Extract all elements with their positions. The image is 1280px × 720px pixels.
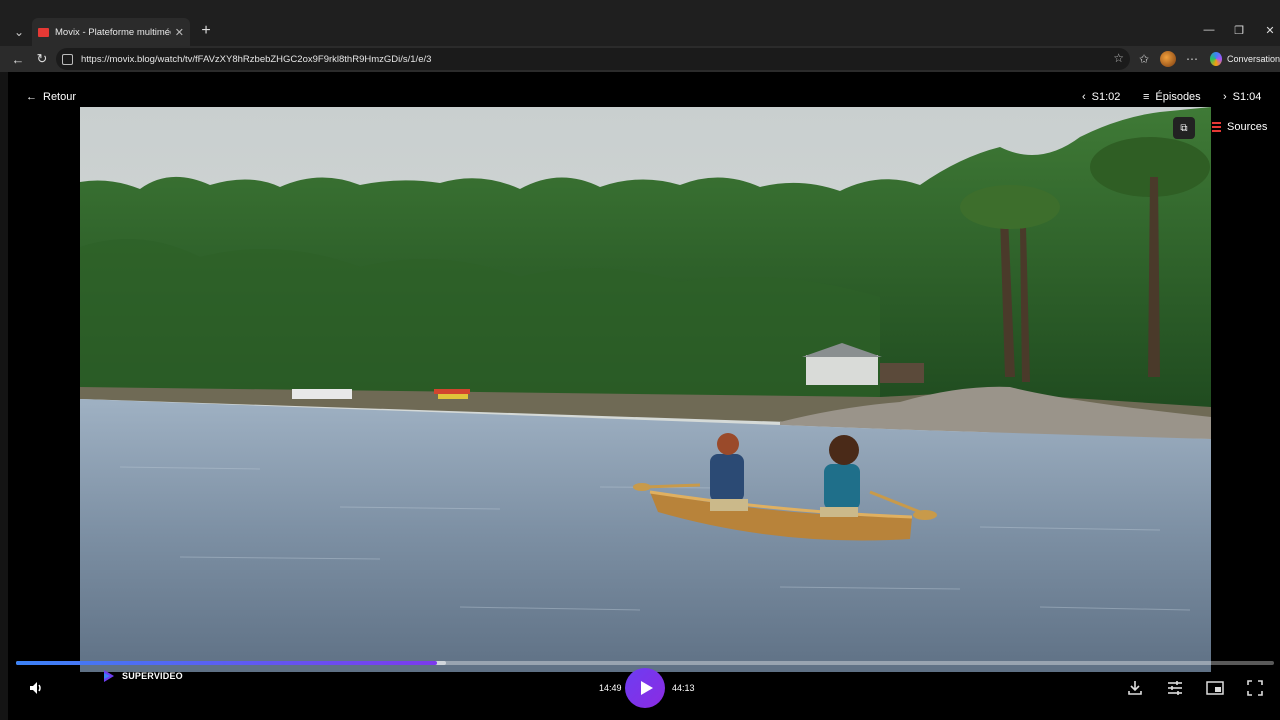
video-scene (80, 107, 1211, 672)
address-bar: ← ↻ https://movix.blog/watch/tv/fFAVzXY8… (0, 46, 1280, 72)
download-icon[interactable] (1125, 678, 1145, 698)
picture-in-picture-icon[interactable] (1205, 678, 1225, 698)
tab-list-chevron-icon[interactable]: ⌄ (8, 22, 30, 42)
next-episode-label: S1:04 (1232, 91, 1262, 103)
supervideo-brand: SUPERVIDEO (102, 669, 183, 683)
episodes-label: Épisodes (1155, 91, 1201, 103)
minimize-icon[interactable]: — (1202, 24, 1216, 36)
sources-label: Sources (1227, 121, 1268, 133)
current-time: 14:49 (599, 683, 622, 693)
restore-icon[interactable]: ❐ (1232, 24, 1246, 37)
duration: 44:13 (672, 683, 695, 693)
more-menu-icon[interactable]: ⋯ (1184, 51, 1200, 67)
new-tab-plus-icon[interactable]: + (198, 22, 214, 40)
played-bar (16, 661, 438, 665)
episodes-button[interactable]: ≡ Épisodes (1143, 88, 1201, 106)
copilot-button[interactable]: Conversation (1204, 49, 1280, 69)
reload-icon[interactable]: ↻ (33, 50, 51, 68)
fullscreen-icon[interactable] (1245, 678, 1265, 698)
chevron-left-icon: ‹ (1082, 91, 1086, 103)
sources-menu-icon (1212, 120, 1221, 134)
favorites-icon[interactable]: ✩ (1136, 51, 1152, 67)
window-close-icon[interactable]: ✕ (1263, 24, 1277, 37)
volume-icon[interactable] (28, 680, 44, 696)
prev-episode-label: S1:02 (1091, 91, 1121, 103)
back-button[interactable]: ← Retour (26, 88, 76, 106)
profile-avatar[interactable] (1160, 51, 1176, 67)
video-frame[interactable] (80, 107, 1211, 672)
settings-sliders-icon[interactable] (1165, 678, 1185, 698)
prev-episode-button[interactable]: ‹ S1:02 (1082, 88, 1120, 106)
site-info-icon[interactable] (62, 53, 73, 65)
play-icon (640, 681, 653, 695)
tab-title: Movix - Plateforme multimédia pr (55, 26, 171, 38)
sources-button[interactable]: Sources (1212, 120, 1267, 134)
seek-bar[interactable] (16, 661, 1274, 665)
arrow-left-icon: ← (26, 91, 37, 103)
bookmark-star-icon[interactable]: ☆ (1113, 51, 1124, 65)
chevron-right-icon: › (1223, 91, 1227, 103)
back-label: Retour (43, 91, 77, 103)
back-arrow-icon[interactable]: ← (9, 50, 27, 68)
external-link-icon[interactable]: ⧉ (1173, 117, 1195, 139)
site-favicon-icon (38, 27, 49, 37)
browser-tab[interactable]: Movix - Plateforme multimédia pr ✕ (32, 18, 190, 46)
next-episode-button[interactable]: › S1:04 (1223, 88, 1261, 106)
play-button[interactable] (625, 668, 665, 708)
url-field[interactable]: https://movix.blog/watch/tv/fFAVzXY8hRzb… (56, 48, 1130, 70)
close-tab-icon[interactable]: ✕ (175, 26, 184, 39)
brand-label: SUPERVIDEO (122, 671, 183, 681)
page-left-edge (0, 72, 8, 720)
browser-tab-bar: ⌄ Movix - Plateforme multimédia pr ✕ + —… (0, 0, 1280, 46)
url-text: https://movix.blog/watch/tv/fFAVzXY8hRzb… (81, 53, 432, 65)
list-icon: ≡ (1143, 91, 1150, 103)
supervideo-logo-icon (104, 670, 114, 682)
copilot-label: Conversation (1226, 54, 1280, 64)
copilot-logo-icon (1210, 52, 1222, 66)
